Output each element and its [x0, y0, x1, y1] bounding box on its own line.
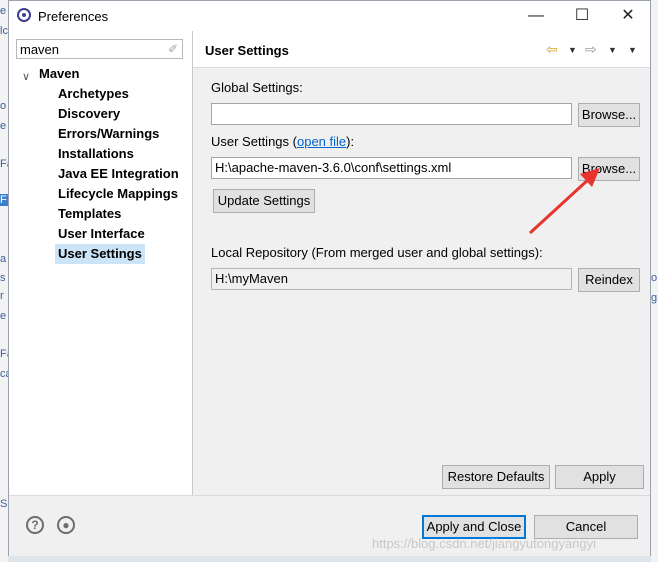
annotation-arrow	[528, 168, 600, 235]
watermark: https://blog.csdn.net/jiangyutongyangyi	[372, 536, 597, 551]
